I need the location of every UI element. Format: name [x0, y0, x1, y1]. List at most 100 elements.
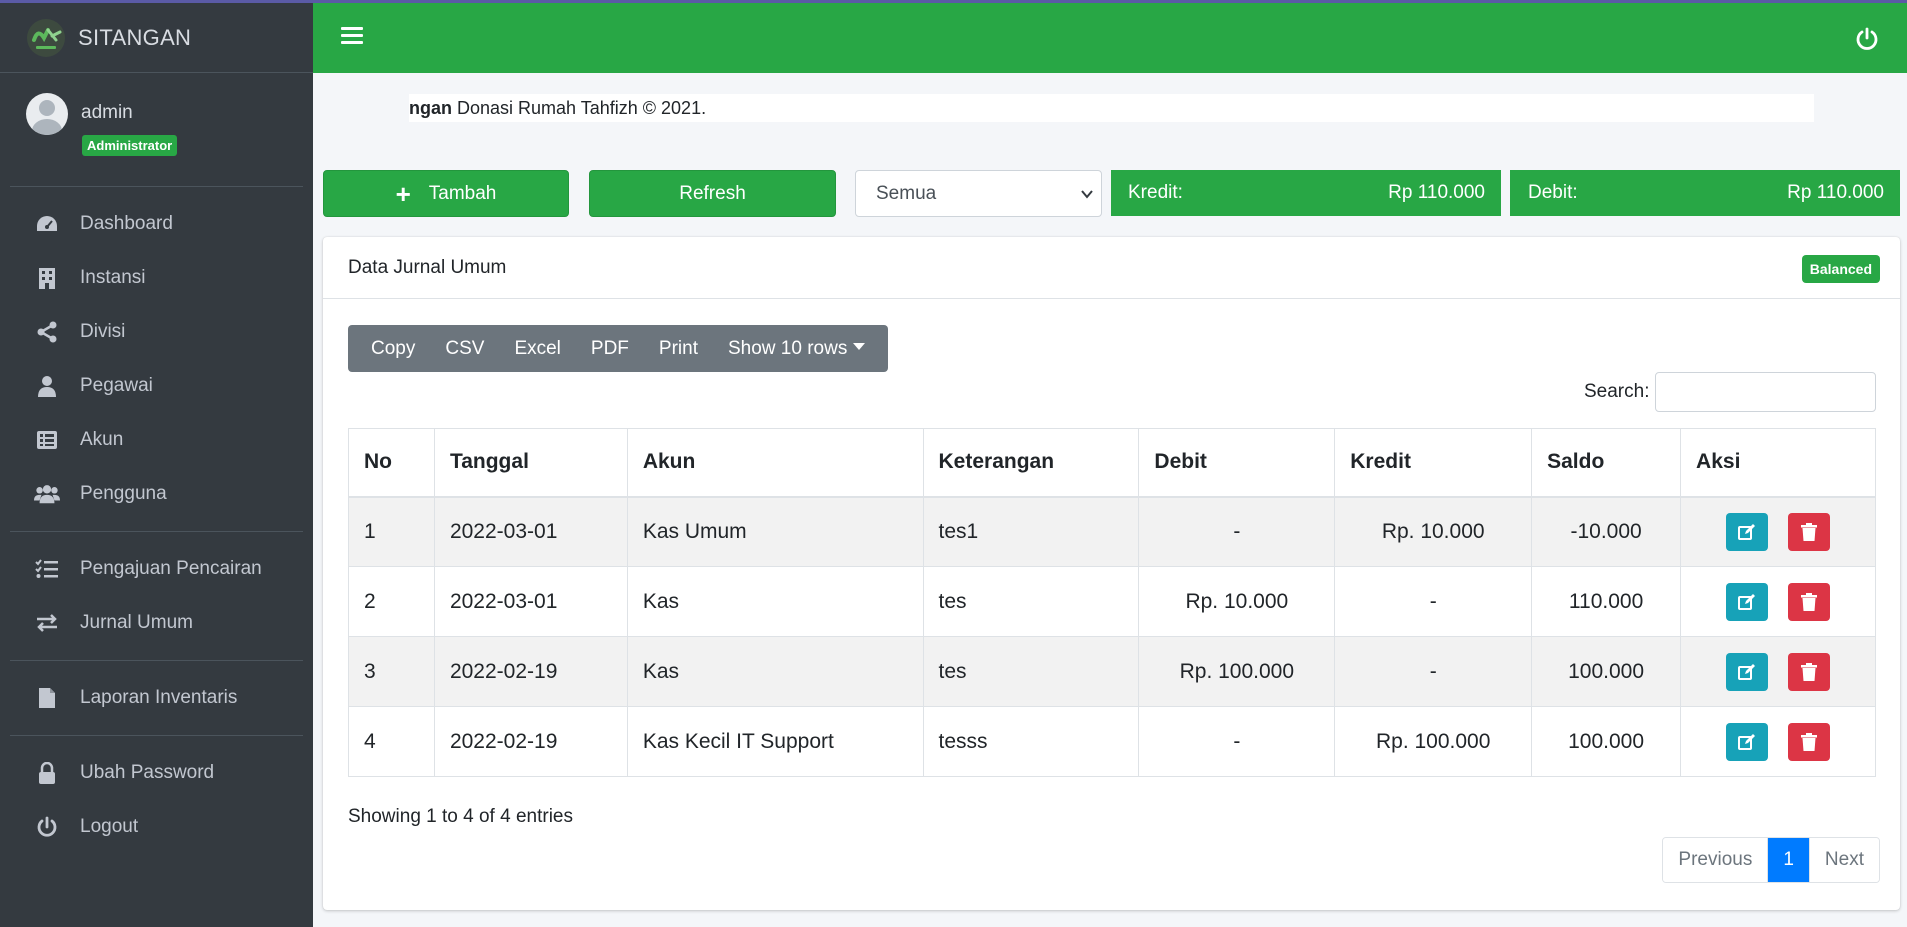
copy-button[interactable]: Copy — [356, 338, 430, 360]
journal-table: No Tanggal Akun Keterangan Debit Kredit … — [348, 428, 1876, 777]
card-header: Data Jurnal Umum Balanced — [323, 237, 1900, 299]
kredit-value: Rp 110.000 — [1388, 182, 1485, 203]
cell-kredit: - — [1334, 636, 1533, 707]
pagination: Previous 1 Next — [1662, 837, 1880, 883]
sidebar-item-jurnal-umum[interactable]: Jurnal Umum — [10, 596, 303, 650]
table-row: 1 2022-03-01 Kas Umum tes1 - Rp. 10.000 … — [348, 496, 1876, 567]
marquee-footer-text: ngan Donasi Rumah Tahfizh © 2021. — [409, 94, 1814, 122]
sidebar-item-akun[interactable]: Akun — [10, 413, 303, 467]
debit-label: Debit: — [1528, 182, 1578, 203]
cell-no: 2 — [348, 566, 435, 637]
power-icon[interactable] — [1855, 27, 1879, 51]
sidebar-item-ubah-password[interactable]: Ubah Password — [10, 746, 303, 800]
trash-icon — [1801, 592, 1818, 611]
cell-akun: Kas Kecil IT Support — [626, 706, 924, 777]
journal-card: Data Jurnal Umum Balanced Copy CSV Excel… — [323, 237, 1900, 910]
delete-button[interactable] — [1788, 582, 1831, 621]
table-row: 4 2022-02-19 Kas Kecil IT Support tesss … — [348, 706, 1876, 777]
sidebar-item-logout[interactable]: Logout — [10, 800, 303, 854]
cell-saldo: 110.000 — [1531, 566, 1682, 637]
refresh-button-label: Refresh — [679, 182, 746, 204]
sidebar-item-dashboard[interactable]: Dashboard — [10, 197, 303, 251]
trash-icon — [1801, 662, 1818, 681]
sidebar-item-label: Ubah Password — [80, 762, 215, 783]
filter-select[interactable]: Semua — [855, 170, 1102, 217]
cell-keterangan: tes — [922, 566, 1140, 637]
cell-no: 4 — [348, 706, 435, 777]
hamburger-menu-icon[interactable] — [341, 27, 363, 47]
print-button[interactable]: Print — [644, 338, 713, 360]
sidebar-item-pengajuan-pencairan[interactable]: Pengajuan Pencairan — [10, 542, 303, 596]
top-navbar — [313, 3, 1907, 73]
share-icon — [34, 320, 60, 344]
avatar[interactable] — [26, 93, 68, 135]
sidebar-item-label: Instansi — [80, 267, 146, 288]
power-icon — [34, 815, 60, 839]
brand[interactable]: SITANGAN — [0, 3, 313, 73]
delete-button[interactable] — [1788, 652, 1831, 691]
kredit-label: Kredit: — [1128, 182, 1183, 203]
debit-value: Rp 110.000 — [1787, 182, 1884, 203]
brand-name: SITANGAN — [78, 24, 192, 50]
cell-tanggal: 2022-03-01 — [433, 496, 628, 567]
datatable-buttons: Copy CSV Excel PDF Print Show 10 rows — [348, 325, 889, 372]
pdf-button[interactable]: PDF — [576, 338, 644, 360]
cell-aksi — [1680, 566, 1876, 637]
sidebar-item-label: Jurnal Umum — [80, 612, 193, 633]
nav-group-main: Dashboard Instansi Divisi Pegawai Akun P… — [10, 187, 303, 532]
edit-button[interactable] — [1726, 652, 1769, 691]
edit-icon — [1738, 523, 1756, 540]
column-header-kredit[interactable]: Kredit — [1334, 428, 1533, 498]
column-header-tanggal[interactable]: Tanggal — [433, 428, 628, 498]
cell-saldo: 100.000 — [1531, 706, 1682, 777]
building-icon — [34, 266, 60, 290]
delete-button[interactable] — [1788, 722, 1831, 761]
edit-button[interactable] — [1726, 512, 1769, 551]
brand-logo — [27, 18, 65, 57]
previous-page-button[interactable]: Previous — [1663, 838, 1768, 882]
sidebar-item-instansi[interactable]: Instansi — [10, 251, 303, 305]
cell-keterangan: tes1 — [922, 496, 1140, 567]
sidebar-item-divisi[interactable]: Divisi — [10, 305, 303, 359]
cell-tanggal: 2022-03-01 — [433, 566, 628, 637]
excel-button[interactable]: Excel — [499, 338, 575, 360]
refresh-button[interactable]: Refresh — [589, 170, 836, 217]
column-header-keterangan[interactable]: Keterangan — [922, 428, 1140, 498]
user-panel: admin Administrator — [10, 73, 303, 187]
cell-tanggal: 2022-02-19 — [433, 706, 628, 777]
list-icon — [34, 428, 60, 452]
column-header-debit[interactable]: Debit — [1138, 428, 1336, 498]
page-1-button[interactable]: 1 — [1767, 838, 1809, 882]
delete-button[interactable] — [1788, 512, 1831, 551]
users-icon — [34, 482, 60, 506]
cell-no: 3 — [348, 636, 435, 707]
user-role-badge: Administrator — [82, 135, 178, 156]
sidebar-item-laporan-inventaris[interactable]: Laporan Inventaris — [10, 671, 303, 725]
column-header-akun[interactable]: Akun — [626, 428, 924, 498]
edit-button[interactable] — [1726, 582, 1769, 621]
sidebar-item-label: Divisi — [80, 321, 126, 342]
cell-keterangan: tes — [922, 636, 1140, 707]
cell-kredit: Rp. 100.000 — [1334, 706, 1533, 777]
cell-no: 1 — [348, 496, 435, 567]
plus-icon: + — [395, 178, 411, 209]
sidebar-item-pengguna[interactable]: Pengguna — [10, 467, 303, 521]
show-rows-dropdown[interactable]: Show 10 rows — [713, 338, 880, 360]
add-button[interactable]: + Tambah — [323, 170, 569, 217]
sidebar-item-label: Laporan Inventaris — [80, 687, 238, 708]
table-row: 2 2022-03-01 Kas tes Rp. 10.000 - 110.00… — [348, 566, 1876, 637]
nav-group-akun: Ubah Password Logout — [10, 736, 303, 864]
edit-icon — [1738, 663, 1756, 680]
sidebar: SITANGAN admin Administrator Dashboard I… — [0, 3, 313, 927]
table-header-row: No Tanggal Akun Keterangan Debit Kredit … — [348, 428, 1876, 498]
sidebar-item-pegawai[interactable]: Pegawai — [10, 359, 303, 413]
marquee-bold: ngan — [409, 98, 452, 118]
csv-button[interactable]: CSV — [430, 338, 499, 360]
column-header-saldo[interactable]: Saldo — [1531, 428, 1682, 498]
cell-saldo: 100.000 — [1531, 636, 1682, 707]
user-name[interactable]: admin — [81, 102, 133, 124]
column-header-no[interactable]: No — [348, 428, 435, 498]
edit-button[interactable] — [1726, 722, 1769, 761]
next-page-button[interactable]: Next — [1808, 838, 1879, 882]
search-input[interactable] — [1655, 372, 1876, 412]
